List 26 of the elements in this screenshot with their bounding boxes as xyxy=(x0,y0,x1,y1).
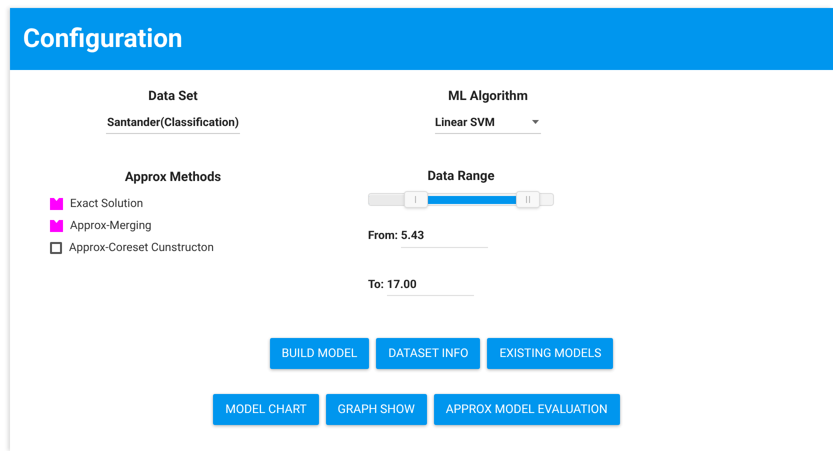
checkbox[interactable] xyxy=(50,219,63,232)
to-field[interactable]: 17.00 xyxy=(386,276,474,296)
data-range-label: Data Range xyxy=(427,168,494,186)
slider-handle[interactable] xyxy=(516,191,540,208)
ml-algorithm-label: ML Algorithm xyxy=(448,88,528,106)
checkbox-label: Approx-Merging xyxy=(70,217,152,234)
data-set-select[interactable]: Santander(Classification) xyxy=(106,114,240,134)
data-set-label: Data Set xyxy=(148,88,198,106)
slider-handle[interactable] xyxy=(404,191,428,208)
action-button[interactable]: APPROX MODEL EVALUATION xyxy=(434,394,620,425)
checkbox[interactable] xyxy=(50,242,62,254)
checkbox[interactable] xyxy=(50,197,63,210)
action-button[interactable]: EXISTING MODELS xyxy=(487,338,614,369)
action-button[interactable]: MODEL CHART xyxy=(213,394,319,425)
from-field[interactable]: 5.43 xyxy=(400,227,488,248)
dropdown-caret-icon xyxy=(532,120,539,124)
approx-methods-label: Approx Methods xyxy=(124,168,222,187)
header-title: Configuration xyxy=(23,22,182,56)
to-label: To: xyxy=(368,276,384,292)
checkbox-label: Approx-Coreset Cunstructon xyxy=(69,239,214,256)
action-button[interactable]: DATASET INFO xyxy=(376,338,480,369)
ml-algorithm-select[interactable]: Linear SVM xyxy=(435,114,541,134)
action-button[interactable]: BUILD MODEL xyxy=(270,338,370,369)
action-button[interactable]: GRAPH SHOW xyxy=(326,394,427,425)
checkbox-label: Exact Solution xyxy=(70,195,144,212)
from-label: From: xyxy=(368,227,398,244)
